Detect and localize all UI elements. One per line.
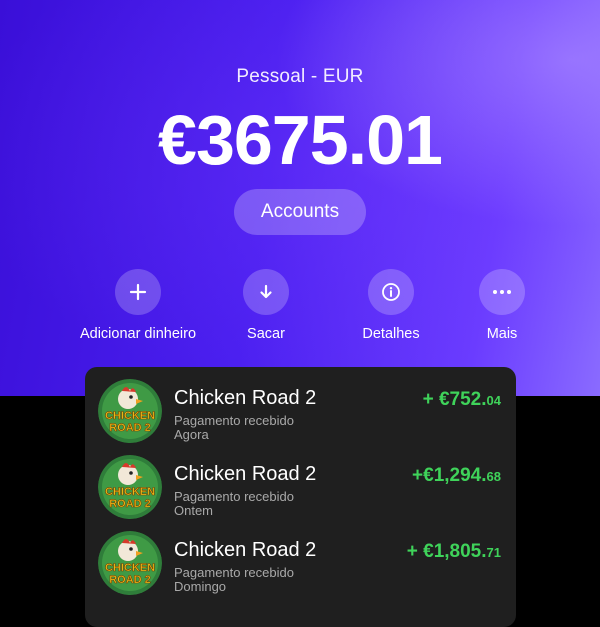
chicken-road-logo: CHICKEN ROAD 2 [98, 531, 162, 595]
transaction-description: Pagamento recebido [174, 413, 294, 428]
transaction-date: Agora [174, 427, 209, 442]
balance-amount: €3675.01 [158, 101, 443, 179]
transaction-description: Pagamento recebido [174, 489, 294, 504]
amount-cents: 68 [486, 469, 501, 484]
amount-cents: 71 [486, 545, 501, 560]
amount-cents: 04 [486, 393, 501, 408]
svg-text:ROAD 2: ROAD 2 [109, 422, 151, 434]
transaction-amount: +€1,294.68 [412, 465, 501, 487]
transaction-row[interactable]: CHICKEN ROAD 2 Chicken Road 2 Pagamento … [85, 519, 516, 595]
more-button[interactable] [479, 269, 525, 315]
more-action[interactable]: Mais [427, 269, 577, 342]
more-label: Mais [486, 326, 518, 342]
amount-main: + €752. [422, 389, 487, 410]
accounts-button[interactable]: Accounts [234, 189, 366, 235]
add-money-button[interactable] [115, 269, 161, 315]
account-label[interactable]: Pessoal - EUR [0, 66, 600, 88]
amount-main: + €1,805. [406, 541, 487, 562]
more-icon [493, 290, 511, 294]
plus-icon [129, 283, 147, 301]
transaction-row[interactable]: CHICKEN ROAD 2 Chicken Road 2 Pagamento … [85, 367, 516, 443]
svg-text:CHICKEN: CHICKEN [105, 486, 155, 498]
transaction-amount: + €752.04 [423, 389, 501, 411]
transaction-title: Chicken Road 2 [174, 387, 317, 409]
transaction-description: Pagamento recebido [174, 565, 294, 580]
transaction-details: Pagamento recebido Domingo [174, 566, 294, 594]
chicken-road-logo: CHICKEN ROAD 2 [98, 455, 162, 519]
transaction-details: Pagamento recebido Ontem [174, 490, 294, 518]
transactions-list: CHICKEN ROAD 2 Chicken Road 2 Pagamento … [85, 367, 516, 627]
svg-text:CHICKEN: CHICKEN [105, 410, 155, 422]
transaction-details: Pagamento recebido Agora [174, 414, 294, 442]
balance-header: Pessoal - EUR €3675.01 Accounts Adiciona… [0, 0, 600, 396]
transaction-date: Ontem [174, 503, 214, 518]
svg-text:ROAD 2: ROAD 2 [109, 574, 151, 586]
info-icon [382, 283, 400, 301]
transaction-title: Chicken Road 2 [174, 463, 317, 485]
transaction-amount: + €1,805.71 [407, 541, 501, 563]
transaction-date: Domingo [174, 579, 227, 594]
amount-main: +€1,294. [412, 465, 487, 486]
svg-text:ROAD 2: ROAD 2 [109, 498, 151, 510]
transaction-title: Chicken Road 2 [174, 539, 317, 561]
withdraw-button[interactable] [243, 269, 289, 315]
chicken-road-logo: CHICKEN ROAD 2 [98, 379, 162, 443]
arrow-down-icon [260, 284, 272, 299]
transaction-row[interactable]: CHICKEN ROAD 2 Chicken Road 2 Pagamento … [85, 443, 516, 519]
details-button[interactable] [368, 269, 414, 315]
svg-text:CHICKEN: CHICKEN [105, 562, 155, 574]
